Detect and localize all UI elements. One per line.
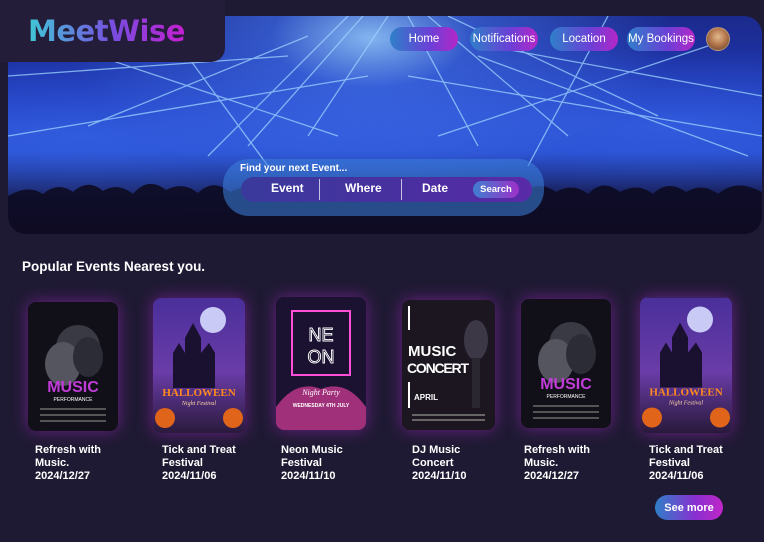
nav-my-bookings-button[interactable]: My Bookings — [627, 27, 695, 51]
event-title: Tick and Treat Festival — [162, 444, 236, 469]
event-date: 2024/11/06 — [649, 470, 704, 482]
event-date: 2024/11/10 — [412, 470, 467, 482]
poster-art: HALLOWEEN Night Festival — [153, 298, 245, 433]
event-poster[interactable]: MUSIC PERFORMANCE — [28, 302, 118, 431]
search-button[interactable]: Search — [473, 181, 519, 198]
avatar[interactable] — [706, 27, 730, 51]
poster-art: MUSIC PERFORMANCE — [28, 302, 118, 431]
poster-subtitle: PERFORMANCE — [54, 397, 94, 403]
poster-art: MUSIC CONCERT APRIL — [402, 300, 495, 430]
section-title: Popular Events Nearest you. — [22, 259, 206, 274]
search-where-field[interactable]: Where — [345, 181, 382, 195]
event-date: 2024/11/10 — [281, 470, 336, 482]
search-caption: Find your next Event... — [240, 163, 348, 174]
poster-date: WEDNESDAY 4TH JULY — [293, 403, 350, 409]
event-date: 2024/12/27 — [524, 470, 580, 482]
search-event-field[interactable]: Event — [271, 181, 304, 195]
see-more-button[interactable]: See more — [655, 495, 723, 520]
event-poster[interactable]: NE ON Night Party WEDNESDAY 4TH JULY — [276, 297, 366, 430]
poster-subtitle: Night Festival — [668, 401, 703, 407]
event-date: 2024/12/27 — [35, 470, 91, 482]
event-poster[interactable]: MUSIC PERFORMANCE — [521, 299, 611, 428]
poster-subtitle: CONCERT — [407, 360, 469, 376]
nav-home-button[interactable]: Home — [390, 27, 458, 51]
search-divider — [319, 179, 320, 200]
event-title: DJ Music Concert — [412, 444, 461, 469]
event-poster[interactable]: MUSIC CONCERT APRIL — [402, 300, 495, 430]
brand-logo[interactable]: MeetWise — [28, 14, 185, 48]
poster-date: APRIL — [414, 393, 438, 402]
event-title: Refresh with Music. — [35, 444, 102, 469]
poster-title: MUSIC — [540, 376, 592, 393]
event-title: Refresh with Music. — [524, 444, 591, 469]
poster-art: MUSIC PERFORMANCE — [521, 299, 611, 428]
poster-title: HALLOWEEN — [649, 387, 722, 399]
poster-art: NE ON Night Party WEDNESDAY 4TH JULY — [276, 297, 366, 430]
poster-subtitle: Night Party — [301, 388, 340, 397]
logo-panel: MeetWise — [0, 0, 225, 62]
poster-title: NE — [308, 325, 333, 345]
poster-title: HALLOWEEN — [162, 387, 235, 399]
poster-title-2: ON — [308, 347, 335, 367]
event-poster[interactable]: HALLOWEEN Night Festival — [153, 298, 245, 433]
search-date-field[interactable]: Date — [422, 181, 448, 195]
nav-notifications-button[interactable]: Notifications — [470, 27, 538, 51]
nav-location-button[interactable]: Location — [550, 27, 618, 51]
search-divider — [401, 179, 402, 200]
poster-subtitle: Night Festival — [181, 401, 216, 407]
poster-subtitle: PERFORMANCE — [547, 394, 587, 400]
event-title: Neon Music Festival — [281, 444, 343, 469]
poster-art: HALLOWEEN Night Festival — [640, 297, 732, 433]
event-poster[interactable]: HALLOWEEN Night Festival — [640, 297, 732, 433]
poster-title: MUSIC — [47, 379, 99, 396]
event-title: Tick and Treat Festival — [649, 444, 723, 469]
event-date: 2024/11/06 — [162, 470, 217, 482]
poster-title: MUSIC — [408, 343, 457, 360]
